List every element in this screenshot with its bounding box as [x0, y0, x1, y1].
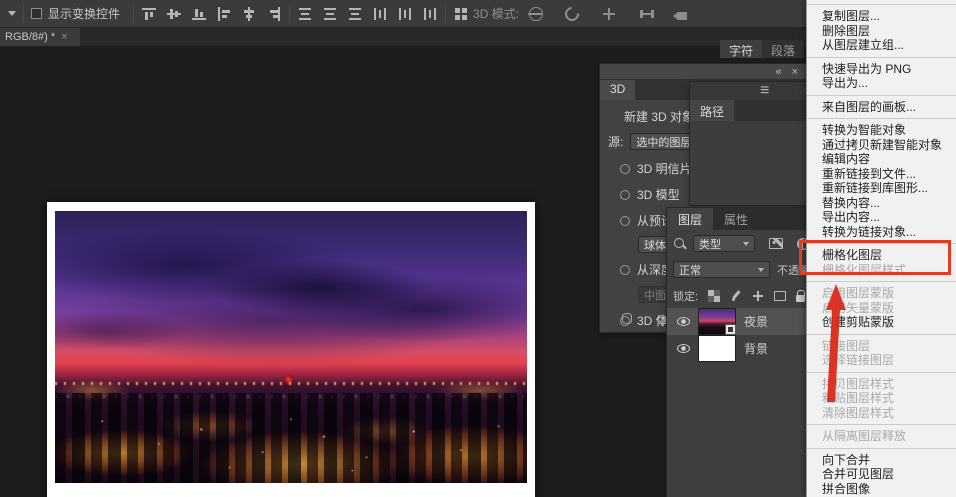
distribute-top-edges-icon[interactable]: [297, 6, 313, 22]
lock-artboard-icon[interactable]: [774, 291, 786, 301]
radio-icon: [620, 265, 630, 275]
tab-paragraph[interactable]: 段落: [762, 40, 804, 58]
align-left-edges-icon[interactable]: [216, 6, 232, 22]
annotation-highlight-rectangle: [799, 240, 951, 275]
auto-align-layers-icon[interactable]: [453, 6, 469, 22]
layer-visibility-eye-icon[interactable]: [677, 344, 690, 353]
align-bottom-edges-icon[interactable]: [191, 6, 207, 22]
3d-orbit-icon[interactable]: [529, 7, 543, 21]
tab-layers[interactable]: 图层: [667, 208, 713, 230]
menu-item[interactable]: 导出内容...: [807, 210, 956, 225]
menu-item[interactable]: 拼合图像: [807, 482, 956, 497]
source-label: 源:: [608, 133, 623, 150]
menu-item[interactable]: 复制图层...: [807, 9, 956, 24]
close-icon[interactable]: ×: [61, 31, 67, 43]
lock-pixels-icon[interactable]: [730, 290, 742, 302]
right-panel-tabs: 字符段落: [720, 40, 804, 58]
3d-slide-icon[interactable]: [639, 6, 655, 22]
3d-pan-icon[interactable]: [601, 6, 617, 22]
menu-item[interactable]: 快速导出为 PNG: [807, 62, 956, 77]
radio-icon: [620, 190, 630, 200]
menu-separator: [807, 4, 956, 5]
lock-all-icon[interactable]: [796, 295, 805, 302]
divider: [23, 5, 24, 23]
layer-name: 背景: [744, 340, 768, 357]
align-vertical-centers-icon[interactable]: [166, 6, 182, 22]
show-transform-checkbox[interactable]: [31, 8, 42, 19]
tab-properties[interactable]: 属性: [713, 208, 759, 230]
lock-transparency-icon[interactable]: [708, 290, 720, 302]
menu-item[interactable]: 转换为链接对象...: [807, 225, 956, 240]
3d-roll-icon[interactable]: [562, 4, 582, 24]
collapse-panel-icon[interactable]: «: [775, 66, 781, 78]
tab-3d[interactable]: 3D: [600, 80, 635, 100]
menu-separator: [807, 57, 956, 58]
close-icon[interactable]: ×: [792, 66, 798, 78]
radio-icon: [620, 164, 630, 174]
menu-item[interactable]: 来自图层的画板...: [807, 100, 956, 115]
align-right-edges-icon[interactable]: [266, 6, 282, 22]
city-lights: [55, 380, 527, 483]
night-cityscape-image: [55, 211, 527, 483]
lock-position-icon[interactable]: [752, 290, 764, 302]
blend-mode-dropdown[interactable]: 正常: [673, 261, 770, 278]
layer-name: 夜景: [744, 313, 768, 330]
menu-item[interactable]: 转换为智能对象: [807, 123, 956, 138]
menu-separator: [807, 448, 956, 449]
layer-thumbnail: [699, 309, 735, 334]
menu-separator: [807, 95, 956, 96]
photoshop-window: 显示变换控件 3D 模式: RGB/8#) * × 字符段落 «: [0, 0, 956, 497]
menu-separator: [807, 118, 956, 119]
menu-separator: [807, 424, 956, 425]
tool-preset-caret-icon[interactable]: [8, 11, 16, 16]
filter-pixel-layers-icon[interactable]: [769, 238, 783, 249]
canvas-document[interactable]: [47, 202, 535, 497]
menu-item[interactable]: 通过拷贝新建智能对象: [807, 138, 956, 153]
tab-character[interactable]: 字符: [720, 40, 762, 58]
menu-item[interactable]: 向下合并: [807, 453, 956, 468]
document-tab[interactable]: RGB/8#) * ×: [0, 28, 80, 46]
menu-item[interactable]: 合并可见图层: [807, 467, 956, 482]
layer-visibility-eye-icon[interactable]: [677, 317, 690, 326]
distribute-left-edges-icon[interactable]: [372, 6, 388, 22]
3d-dolly-camera-icon[interactable]: [677, 12, 687, 20]
distribute-horizontal-centers-icon[interactable]: [397, 6, 413, 22]
menu-item[interactable]: 导出为...: [807, 76, 956, 91]
3d-scene-icon[interactable]: [622, 313, 632, 324]
panel-3d-header: « ×: [600, 64, 810, 80]
distribute-bottom-edges-icon[interactable]: [347, 6, 363, 22]
menu-item[interactable]: 删除图层: [807, 24, 956, 39]
menu-item[interactable]: 编辑内容: [807, 152, 956, 167]
divider: [445, 5, 446, 23]
filter-kind-dropdown[interactable]: 类型: [693, 235, 755, 252]
tab-paths[interactable]: 路径: [690, 100, 734, 121]
align-top-edges-icon[interactable]: [141, 6, 157, 22]
divider: [133, 5, 134, 23]
menu-item[interactable]: 替换内容...: [807, 196, 956, 211]
mode-3d-label: 3D 模式:: [473, 5, 519, 22]
show-transform-label: 显示变换控件: [48, 5, 120, 22]
menu-item[interactable]: 重新链接到库图形...: [807, 181, 956, 196]
menu-item[interactable]: 从图层建立组...: [807, 38, 956, 53]
menu-item[interactable]: 从隔离图层释放: [807, 429, 956, 444]
layer-thumbnail: [699, 336, 735, 361]
align-horizontal-centers-icon[interactable]: [241, 6, 257, 22]
menu-item[interactable]: 重新链接到文件...: [807, 167, 956, 182]
3d-light-icon[interactable]: [658, 315, 666, 323]
distribute-vertical-centers-icon[interactable]: [322, 6, 338, 22]
radio-icon: [620, 216, 630, 226]
distribute-right-edges-icon[interactable]: [422, 6, 438, 22]
annotation-arrow-up: [810, 278, 856, 408]
divider: [289, 5, 290, 23]
document-tab-title: RGB/8#) *: [5, 31, 55, 43]
lock-label: 锁定:: [673, 288, 698, 304]
search-icon: [673, 237, 687, 251]
panel-menu-icon[interactable]: ≡: [760, 82, 769, 100]
